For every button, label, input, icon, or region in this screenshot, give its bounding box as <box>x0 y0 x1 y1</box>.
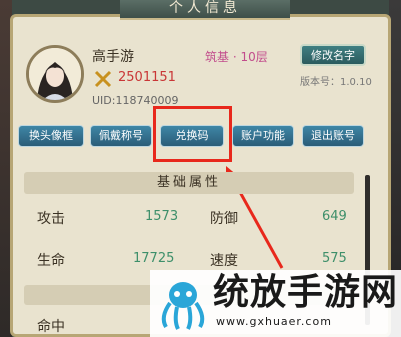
watermark-title: 统放手游网 <box>213 272 399 313</box>
watermark-url: www.gxhuaer.com <box>216 315 332 328</box>
stat-value-speed: 575 <box>322 251 347 266</box>
stat-value-health: 17725 <box>133 251 175 266</box>
stat-label-health: 生命 <box>37 253 65 269</box>
stat-label-attack: 攻击 <box>37 211 65 227</box>
stat-label-defense: 防御 <box>210 211 238 227</box>
octopus-logo-icon <box>161 282 205 330</box>
stat-label-accuracy: 命中 <box>37 319 65 335</box>
attributes-section-title: 基础属性 <box>24 172 354 194</box>
stat-label-speed: 速度 <box>210 253 238 269</box>
stat-value-defense: 649 <box>322 209 347 224</box>
stat-value-attack: 1573 <box>145 209 179 224</box>
